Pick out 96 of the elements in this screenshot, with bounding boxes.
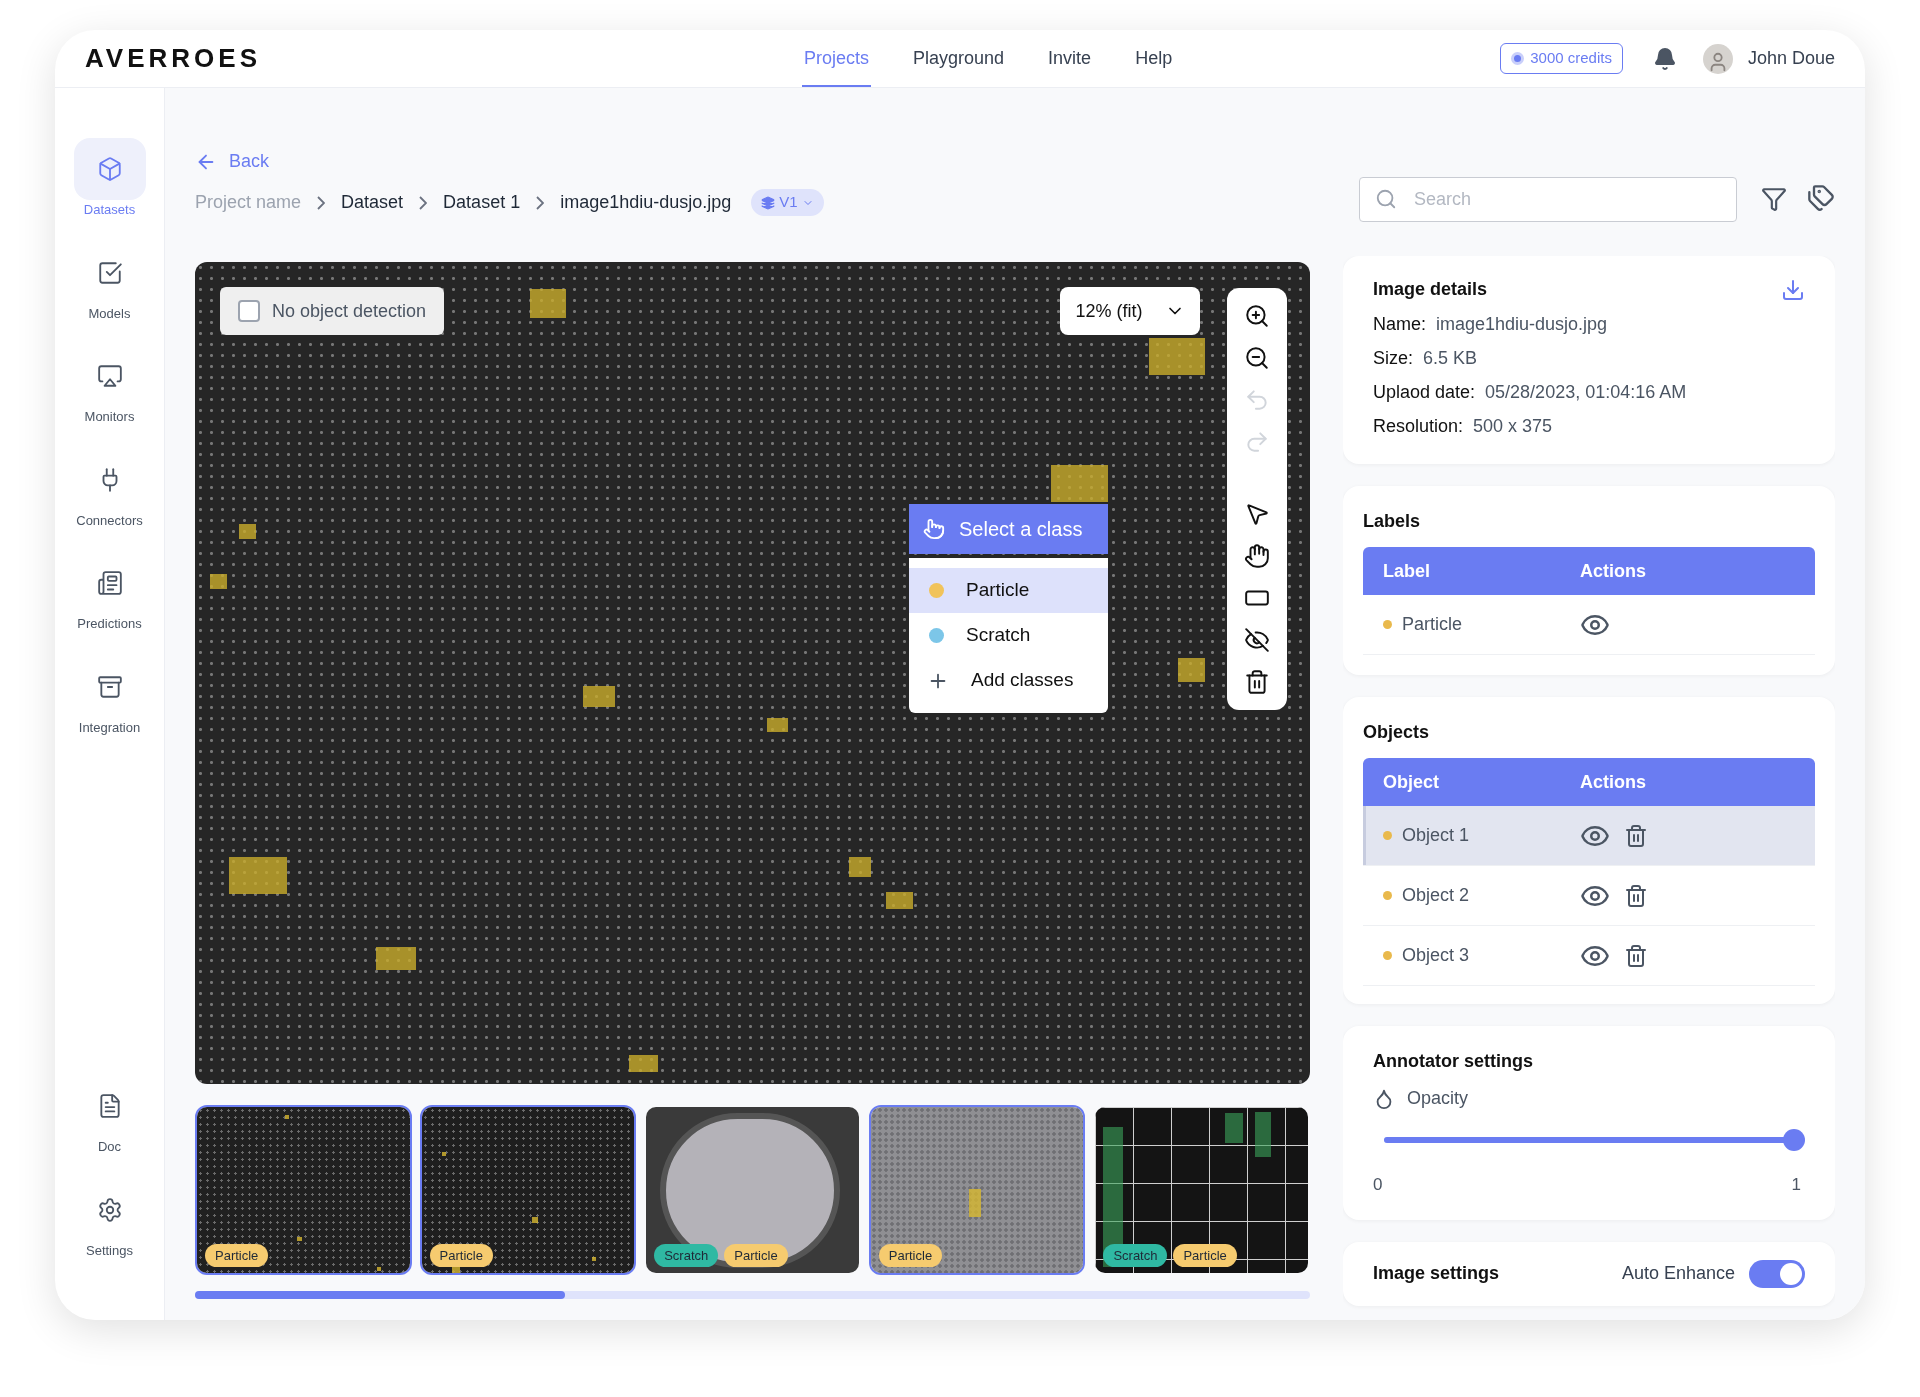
sidebar-item[interactable]: Doc (73, 1075, 146, 1157)
coin-icon (1511, 52, 1525, 65)
undo-icon (1244, 387, 1270, 413)
annotation-box[interactable] (376, 946, 416, 971)
annotation-box[interactable] (1149, 337, 1205, 375)
trash-icon (1244, 669, 1270, 695)
thumbnail[interactable]: Scratch Particle (1093, 1105, 1310, 1275)
avatar[interactable] (1702, 43, 1733, 74)
trash-icon[interactable] (1624, 943, 1648, 968)
table-header: Object Actions (1363, 758, 1815, 806)
tag-icon[interactable] (1807, 184, 1835, 212)
annotation-box[interactable] (849, 857, 872, 877)
chevron-right-icon (536, 195, 545, 210)
card-title: Objects (1363, 722, 1430, 742)
monitors-icon (96, 363, 123, 389)
nav-tab[interactable]: Invite (1046, 30, 1094, 87)
detail-value: 500 x 375 (1473, 415, 1553, 438)
trash-icon[interactable] (1624, 823, 1648, 848)
detail-label: Name: (1373, 313, 1426, 336)
card-title: Image details (1373, 278, 1488, 301)
table-cell-text: Object 1 (1402, 824, 1470, 847)
notification-icon[interactable] (1652, 46, 1677, 71)
annotation-box[interactable] (1177, 657, 1205, 683)
download-icon[interactable] (1781, 277, 1805, 302)
logo: AVERROES (85, 42, 262, 75)
breadcrumb-item[interactable]: Dataset (341, 189, 404, 216)
detail-value: image1hdiu-dusjo.jpg (1436, 313, 1608, 336)
sidebar-item[interactable]: Predictions (73, 552, 146, 634)
thumbnail[interactable]: Particle (195, 1105, 412, 1275)
thumbnail[interactable]: Particle (868, 1105, 1086, 1275)
integration-icon (96, 673, 123, 700)
zoom-out-icon (1244, 345, 1270, 371)
card-title: Annotator settings (1373, 1051, 1533, 1071)
slider-label: Opacity (1407, 1087, 1469, 1110)
search-icon (1375, 188, 1397, 210)
annotation-box[interactable] (1051, 465, 1108, 503)
add-classes-item[interactable]: Add classes (909, 658, 1108, 703)
hand-icon (1244, 543, 1270, 569)
slider-min: 0 (1373, 1174, 1383, 1196)
annotation-box[interactable] (886, 891, 913, 909)
table-header: Label Actions (1363, 547, 1815, 595)
menu-item[interactable]: Particle (909, 568, 1108, 613)
detail-label: Uplaod date: (1373, 381, 1476, 404)
sidebar-item[interactable]: Models (73, 241, 146, 323)
auto-enhance-toggle[interactable] (1749, 1259, 1805, 1288)
annotation-box[interactable] (239, 524, 257, 539)
table-row[interactable]: Object 1 (1363, 806, 1815, 866)
sidebar-item[interactable]: Connectors (73, 448, 146, 530)
chevron-right-icon (419, 195, 428, 210)
breadcrumb-item[interactable]: Dataset 1 (443, 189, 521, 216)
zoom-in-icon (1244, 303, 1270, 329)
detail-value: 6.5 KB (1423, 347, 1478, 370)
table-cell-text: Object 2 (1402, 884, 1470, 907)
slider-max: 1 (1791, 1174, 1801, 1196)
sidebar-item[interactable]: Monitors (73, 345, 146, 427)
annotation-box[interactable] (583, 685, 616, 707)
hand-pointer-icon (923, 518, 945, 540)
layers-icon (761, 195, 776, 210)
card-title: Image settings (1373, 1262, 1501, 1285)
predictions-icon (96, 570, 123, 596)
slider-thumb[interactable] (1783, 1129, 1805, 1151)
table-cell-text: Particle (1402, 613, 1463, 636)
annotation-box[interactable] (529, 288, 567, 319)
nav-tab[interactable]: Playground (911, 30, 1007, 87)
detail-label: Resolution: (1373, 415, 1464, 438)
breadcrumb-item[interactable]: image1hdiu-dusjo.jpg (560, 189, 732, 216)
detail-value: 05/28/2023, 01:04:16 AM (1485, 381, 1687, 404)
annotation-box[interactable] (209, 574, 227, 590)
nav-tab[interactable]: Help (1133, 30, 1175, 87)
redo-icon (1244, 429, 1270, 455)
user-name: John Doue (1747, 47, 1835, 70)
trash-icon[interactable] (1624, 883, 1648, 908)
thumbnail[interactable]: Scratch Particle (644, 1105, 861, 1275)
table-cell-text: Object 3 (1402, 944, 1470, 967)
menu-header: Select a class (909, 504, 1108, 554)
toggle-label: Auto Enhance (1621, 1262, 1735, 1285)
filter-icon[interactable] (1761, 186, 1787, 212)
zoom-dropdown[interactable]: 12% (fit) (1060, 287, 1200, 335)
sidebar-item[interactable]: Integration (73, 655, 146, 737)
search-field[interactable]: Search (1359, 177, 1737, 222)
scrollbar[interactable] (195, 1291, 1310, 1299)
detail-label: Size: (1373, 347, 1414, 370)
menu-item[interactable]: Scratch (909, 613, 1108, 658)
credits-badge: 3000 credits (1500, 43, 1623, 74)
models-icon (96, 259, 123, 286)
thumbnail[interactable]: Particle (419, 1105, 637, 1275)
datasets-icon (96, 156, 123, 182)
sidebar-item[interactable]: Settings (73, 1178, 146, 1260)
annotation-box[interactable] (628, 1054, 659, 1072)
no-detection-checkbox[interactable]: No object detection (220, 287, 445, 335)
cursor-icon (1244, 501, 1270, 527)
eye-off-icon (1244, 627, 1270, 653)
card-title: Labels (1363, 511, 1421, 531)
annotation-box[interactable] (767, 717, 789, 733)
chevron-right-icon (317, 195, 326, 210)
settings-icon (96, 1196, 123, 1223)
